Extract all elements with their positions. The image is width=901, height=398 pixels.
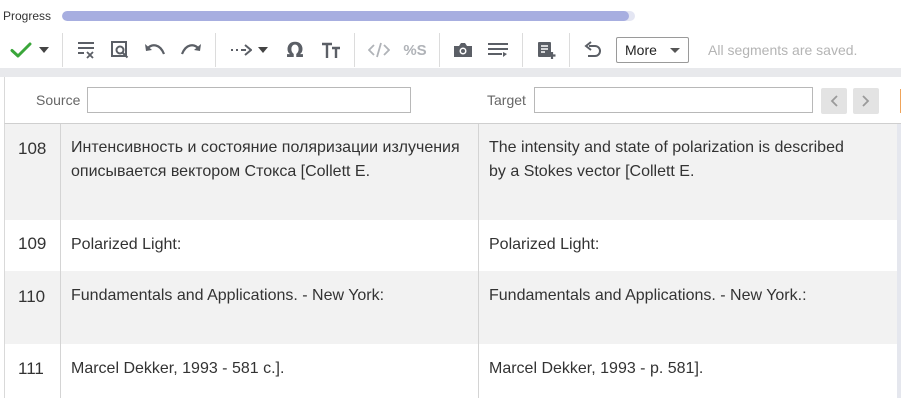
segment-row[interactable]: 109 Polarized Light: Polarized Light:	[5, 220, 898, 271]
dropdown-caret-icon[interactable]	[36, 32, 52, 68]
segment-grid: 108 Интенсивность и состояние поляризаци…	[4, 124, 901, 398]
previous-button[interactable]	[821, 88, 847, 114]
toolbar-divider	[215, 33, 216, 67]
source-filter-label: Source	[36, 92, 81, 108]
source-filter-input[interactable]	[87, 87, 411, 113]
segment-target[interactable]: Marcel Dekker, 1993 - p. 581].	[479, 344, 898, 398]
chevron-right-icon	[862, 95, 870, 107]
chevron-left-icon	[830, 95, 838, 107]
segment-number: 110	[5, 271, 61, 344]
segment-number: 111	[5, 344, 61, 398]
dropdown-caret-icon[interactable]	[256, 32, 270, 68]
redo-icon[interactable]	[173, 32, 209, 68]
screenshot-icon[interactable]	[446, 32, 480, 68]
toolbar-divider	[569, 33, 570, 67]
segment-target[interactable]: Polarized Light:	[479, 220, 898, 271]
segment-row[interactable]: 108 Интенсивность и состояние поляризаци…	[5, 124, 898, 220]
segment-source: Polarized Light:	[61, 220, 479, 271]
save-status-text: All segments are saved.	[708, 42, 858, 58]
segment-target[interactable]: The intensity and state of polarization …	[479, 124, 898, 220]
progress-bar	[62, 11, 635, 21]
progress-bar-fill	[62, 11, 630, 21]
target-filter-label: Target	[487, 92, 526, 108]
segment-source: Fundamentals and Applications. - New Yor…	[61, 271, 479, 344]
filter-bar: Source Target	[4, 77, 901, 124]
toolbar-divider	[354, 33, 355, 67]
toolbar-divider	[439, 33, 440, 67]
find-replace-icon[interactable]	[103, 32, 137, 68]
more-dropdown-label: More	[625, 42, 657, 58]
clear-format-icon[interactable]	[69, 32, 103, 68]
merge-segments-icon[interactable]	[480, 32, 516, 68]
confirm-check-icon[interactable]	[6, 32, 36, 68]
add-note-icon[interactable]	[529, 32, 563, 68]
editor-toolbar: Ω %S More All segments are saved.	[0, 32, 901, 68]
placeholder-icon[interactable]: %S	[397, 32, 433, 68]
segment-row[interactable]: 110 Fundamentals and Applications. - New…	[5, 271, 898, 344]
next-button[interactable]	[853, 88, 879, 114]
toolbar-divider	[522, 33, 523, 67]
revert-icon[interactable]	[576, 32, 610, 68]
toolbar-separator-band	[0, 68, 901, 77]
target-filter-input[interactable]	[534, 87, 813, 113]
undo-icon[interactable]	[137, 32, 173, 68]
insert-arrow-icon[interactable]	[226, 32, 256, 68]
segment-number: 109	[5, 220, 61, 271]
segment-number: 108	[5, 124, 61, 220]
more-dropdown[interactable]: More	[616, 37, 689, 63]
segment-source: Интенсивность и состояние поляризации из…	[61, 124, 479, 220]
segment-row[interactable]: 111 Marcel Dekker, 1993 - 581 с.]. Marce…	[5, 344, 898, 398]
progress-section: Progress	[0, 0, 901, 32]
segment-target[interactable]: Fundamentals and Applications. - New Yor…	[479, 271, 898, 344]
segment-source: Marcel Dekker, 1993 - 581 с.].	[61, 344, 479, 398]
grid-right-edge	[897, 124, 901, 398]
progress-label: Progress	[3, 9, 52, 23]
text-case-icon[interactable]	[314, 32, 348, 68]
omega-special-char-icon[interactable]: Ω	[276, 32, 314, 68]
tags-icon[interactable]	[361, 32, 397, 68]
toolbar-divider	[62, 33, 63, 67]
chevron-down-icon	[670, 48, 680, 53]
